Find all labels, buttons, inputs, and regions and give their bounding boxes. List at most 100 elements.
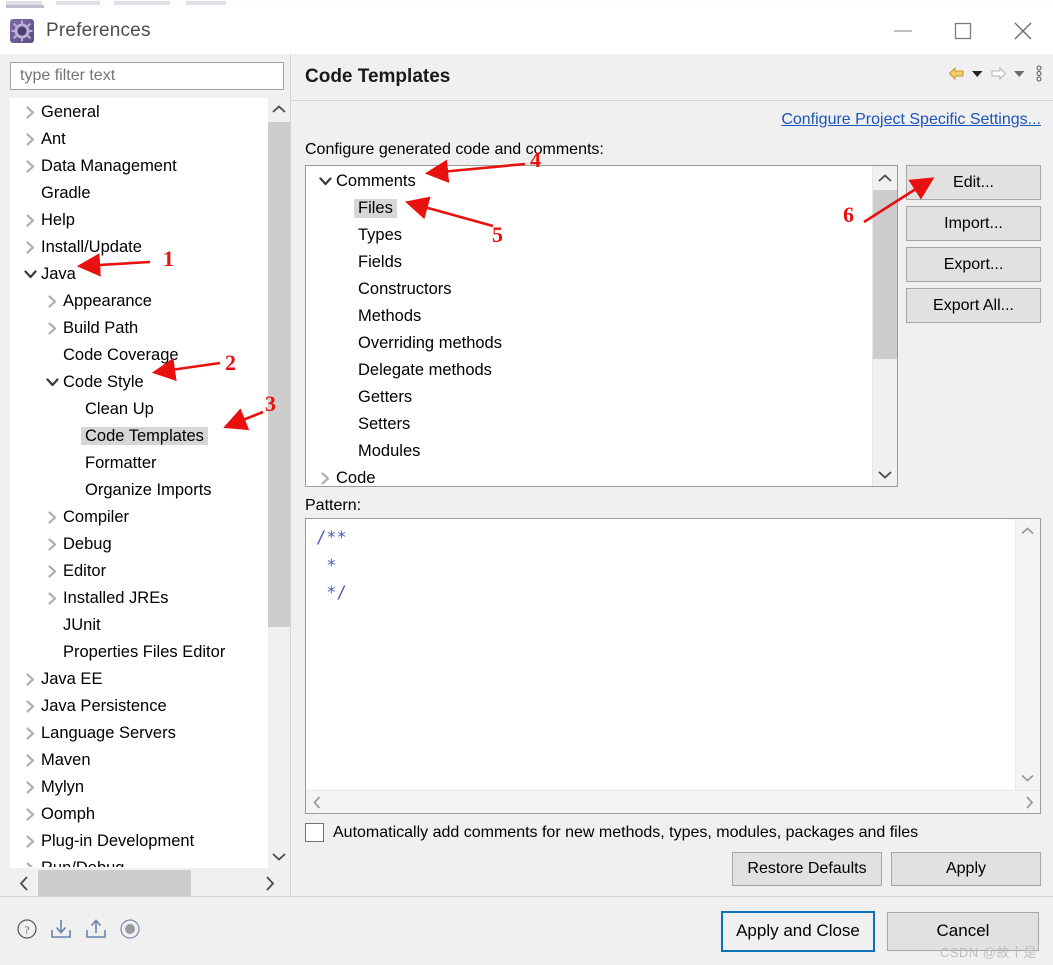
- sidebar-item-data-management[interactable]: Data Management: [11, 153, 267, 180]
- sidebar-item-mylyn[interactable]: Mylyn: [11, 774, 267, 801]
- template-node-code[interactable]: Code: [306, 465, 872, 486]
- template-node-files[interactable]: Files: [306, 195, 872, 222]
- chevron-right-icon[interactable]: [19, 726, 41, 740]
- sidebar-tree[interactable]: General Ant Data Management Gradle Help Insta…: [10, 97, 268, 868]
- template-scroll-thumb[interactable]: [873, 190, 897, 359]
- minimize-icon[interactable]: [873, 8, 933, 54]
- auto-comment-checkbox-row[interactable]: Automatically add comments for new metho…: [305, 823, 1041, 842]
- search-input[interactable]: [18, 65, 276, 86]
- sidebar-item-debug[interactable]: Debug: [11, 531, 267, 558]
- sidebar-scroll-thumb[interactable]: [268, 121, 290, 628]
- template-scroll-down-icon[interactable]: [873, 462, 897, 486]
- sidebar-item-clean-up[interactable]: Clean Up: [11, 396, 267, 423]
- chevron-right-icon[interactable]: [41, 537, 63, 551]
- sidebar-horizontal-scrollbar[interactable]: [10, 870, 284, 896]
- sidebar-item-code-style[interactable]: Code Style: [11, 369, 267, 396]
- pattern-scroll-up-icon[interactable]: [1016, 519, 1038, 543]
- chevron-right-icon[interactable]: [41, 564, 63, 578]
- scroll-right-icon[interactable]: [256, 870, 284, 896]
- pattern-scroll-down-icon[interactable]: [1016, 766, 1038, 790]
- chevron-right-icon[interactable]: [41, 510, 63, 524]
- sidebar-item-maven[interactable]: Maven: [11, 747, 267, 774]
- chevron-right-icon[interactable]: [19, 132, 41, 146]
- template-node-delegate-methods[interactable]: Delegate methods: [306, 357, 872, 384]
- export-button[interactable]: Export...: [906, 247, 1041, 282]
- forward-arrow-icon[interactable]: [989, 64, 1008, 82]
- sidebar-item-java-persistence[interactable]: Java Persistence: [11, 693, 267, 720]
- scroll-down-icon[interactable]: [268, 844, 290, 868]
- forward-chevron-down-icon[interactable]: [1013, 64, 1026, 82]
- sidebar-item-gradle[interactable]: Gradle: [11, 180, 267, 207]
- chevron-right-icon[interactable]: [19, 159, 41, 173]
- apply-button[interactable]: Apply: [891, 852, 1041, 886]
- record-icon[interactable]: [119, 918, 141, 944]
- view-menu-icon[interactable]: [1035, 64, 1043, 82]
- template-node-fields[interactable]: Fields: [306, 249, 872, 276]
- pattern-box[interactable]: /** * */: [305, 518, 1041, 814]
- pattern-scroll-left-icon[interactable]: [306, 791, 328, 813]
- chevron-right-icon[interactable]: [19, 699, 41, 713]
- export-icon[interactable]: [84, 918, 108, 944]
- scroll-up-icon[interactable]: [268, 98, 290, 122]
- help-icon[interactable]: ?: [16, 918, 38, 944]
- apply-and-close-button[interactable]: Apply and Close: [721, 910, 875, 952]
- close-icon[interactable]: [993, 8, 1053, 54]
- sidebar-item-language-servers[interactable]: Language Servers: [11, 720, 267, 747]
- sidebar-item-formatter[interactable]: Formatter: [11, 450, 267, 477]
- sidebar-hscroll-track[interactable]: [38, 870, 256, 896]
- sidebar-item-appearance[interactable]: Appearance: [11, 288, 267, 315]
- maximize-icon[interactable]: [933, 8, 993, 54]
- sidebar-item-properties-files-editor[interactable]: Properties Files Editor: [11, 639, 267, 666]
- chevron-down-icon[interactable]: [41, 377, 63, 388]
- import-button[interactable]: Import...: [906, 206, 1041, 241]
- chevron-right-icon[interactable]: [19, 807, 41, 821]
- chevron-right-icon[interactable]: [19, 861, 41, 867]
- sidebar-item-compiler[interactable]: Compiler: [11, 504, 267, 531]
- sidebar-item-oomph[interactable]: Oomph: [11, 801, 267, 828]
- chevron-right-icon[interactable]: [19, 780, 41, 794]
- sidebar-item-plug-in-development[interactable]: Plug-in Development: [11, 828, 267, 855]
- template-node-getters[interactable]: Getters: [306, 384, 872, 411]
- sidebar-item-installed-jres[interactable]: Installed JREs: [11, 585, 267, 612]
- pattern-horizontal-scrollbar[interactable]: [306, 790, 1040, 813]
- configure-project-specific-settings-link[interactable]: Configure Project Specific Settings...: [305, 111, 1041, 129]
- back-arrow-icon[interactable]: [947, 64, 966, 82]
- edit-button[interactable]: Edit...: [906, 165, 1041, 200]
- sidebar-scroll-track[interactable]: [268, 121, 290, 844]
- sidebar-item-code-templates[interactable]: Code Templates: [11, 423, 267, 450]
- chevron-right-icon[interactable]: [41, 294, 63, 308]
- template-node-overriding-methods[interactable]: Overriding methods: [306, 330, 872, 357]
- import-icon[interactable]: [49, 918, 73, 944]
- template-scroll-up-icon[interactable]: [873, 166, 897, 190]
- template-vertical-scrollbar[interactable]: [872, 166, 897, 486]
- template-node-constructors[interactable]: Constructors: [306, 276, 872, 303]
- sidebar-item-java-ee[interactable]: Java EE: [11, 666, 267, 693]
- chevron-right-icon[interactable]: [19, 240, 41, 254]
- chevron-right-icon[interactable]: [19, 672, 41, 686]
- sidebar-item-install-update[interactable]: Install/Update: [11, 234, 267, 261]
- sidebar-item-general[interactable]: General: [11, 99, 267, 126]
- chevron-right-icon[interactable]: [19, 213, 41, 227]
- chevron-right-icon[interactable]: [41, 591, 63, 605]
- chevron-down-icon[interactable]: [19, 269, 41, 280]
- template-tree[interactable]: Comments Files Types Fields Constructors Meth…: [306, 166, 872, 486]
- chevron-right-icon[interactable]: [314, 472, 336, 485]
- chevron-right-icon[interactable]: [19, 105, 41, 119]
- pattern-code[interactable]: /** * */: [306, 519, 1015, 790]
- sidebar-item-code-coverage[interactable]: Code Coverage: [11, 342, 267, 369]
- template-node-setters[interactable]: Setters: [306, 411, 872, 438]
- sidebar-item-organize-imports[interactable]: Organize Imports: [11, 477, 267, 504]
- back-chevron-down-icon[interactable]: [971, 64, 984, 82]
- filter-box[interactable]: [10, 62, 284, 90]
- template-node-modules[interactable]: Modules: [306, 438, 872, 465]
- template-node-types[interactable]: Types: [306, 222, 872, 249]
- sidebar-hscroll-thumb[interactable]: [38, 870, 191, 896]
- restore-defaults-button[interactable]: Restore Defaults: [732, 852, 882, 886]
- pattern-scroll-right-icon[interactable]: [1018, 791, 1040, 813]
- template-node-methods[interactable]: Methods: [306, 303, 872, 330]
- sidebar-item-junit[interactable]: JUnit: [11, 612, 267, 639]
- export-all-button[interactable]: Export All...: [906, 288, 1041, 323]
- auto-comment-checkbox[interactable]: [305, 823, 324, 842]
- sidebar-item-run-debug[interactable]: Run/Debug: [11, 855, 267, 867]
- sidebar-item-ant[interactable]: Ant: [11, 126, 267, 153]
